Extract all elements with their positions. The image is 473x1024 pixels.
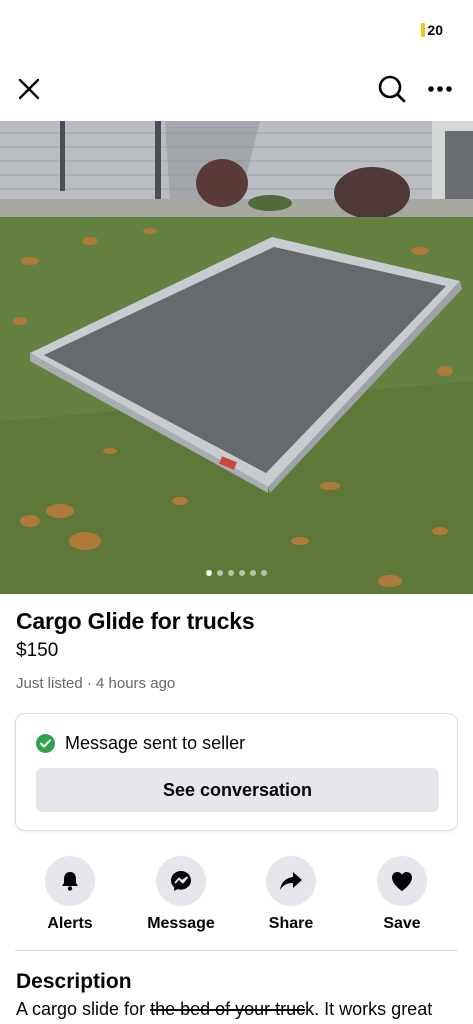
- description-struck-text: the bed of your truc: [150, 999, 306, 1019]
- bell-icon: [62, 872, 78, 891]
- message-button[interactable]: Message: [131, 856, 231, 933]
- alerts-label: Alerts: [47, 915, 93, 932]
- photo-dot[interactable]: [217, 570, 223, 576]
- message-status-card: Message sent to seller See conversation: [15, 713, 458, 831]
- description-text: A cargo slide for the bed of your truck.…: [16, 999, 432, 1020]
- share-button[interactable]: Share: [241, 856, 341, 933]
- photo-pagination: [0, 570, 473, 576]
- description-text-part: k. It works great: [305, 999, 433, 1019]
- listing-meta: Just listed · 4 hours ago: [16, 675, 176, 692]
- listing-title: Cargo Glide for trucks: [16, 608, 255, 634]
- close-button[interactable]: [14, 74, 44, 104]
- search-icon: [378, 75, 406, 103]
- top-nav: [0, 68, 473, 110]
- share-circle: [266, 856, 316, 906]
- photo-dot[interactable]: [239, 570, 245, 576]
- message-circle: [156, 856, 206, 906]
- share-icon: [280, 872, 302, 890]
- description-heading: Description: [16, 970, 132, 993]
- battery-indicator: 20: [421, 22, 443, 38]
- photo-dot[interactable]: [206, 570, 212, 576]
- message-label: Message: [147, 915, 215, 932]
- save-label: Save: [383, 915, 421, 932]
- see-conversation-button[interactable]: See conversation: [36, 768, 439, 812]
- battery-text: 20: [427, 22, 443, 38]
- check-circle-icon: [36, 734, 55, 753]
- alerts-button[interactable]: Alerts: [20, 856, 120, 933]
- share-label: Share: [268, 915, 314, 932]
- message-status-text: Message sent to seller: [65, 733, 246, 753]
- save-button[interactable]: Save: [352, 856, 452, 933]
- description-text-part: A cargo slide for: [16, 999, 151, 1019]
- status-bar: 20: [0, 0, 473, 58]
- listing-photo-image: [0, 121, 473, 594]
- photo-dot[interactable]: [250, 570, 256, 576]
- close-icon: [18, 78, 40, 100]
- messenger-icon: [171, 871, 191, 891]
- message-status-row: Message sent to seller: [36, 733, 245, 754]
- more-icon: [428, 86, 452, 92]
- listing-price: $150: [16, 640, 59, 661]
- search-button[interactable]: [375, 72, 409, 106]
- battery-level-bar: [421, 23, 426, 37]
- save-circle: [377, 856, 427, 906]
- more-options-button[interactable]: [423, 72, 457, 106]
- photo-dot[interactable]: [228, 570, 234, 576]
- photo-dot[interactable]: [261, 570, 267, 576]
- heart-icon: [392, 872, 412, 891]
- divider: [15, 950, 458, 951]
- alerts-circle: [45, 856, 95, 906]
- action-row: Alerts Message Share Save: [0, 856, 473, 936]
- listing-photo[interactable]: [0, 121, 473, 594]
